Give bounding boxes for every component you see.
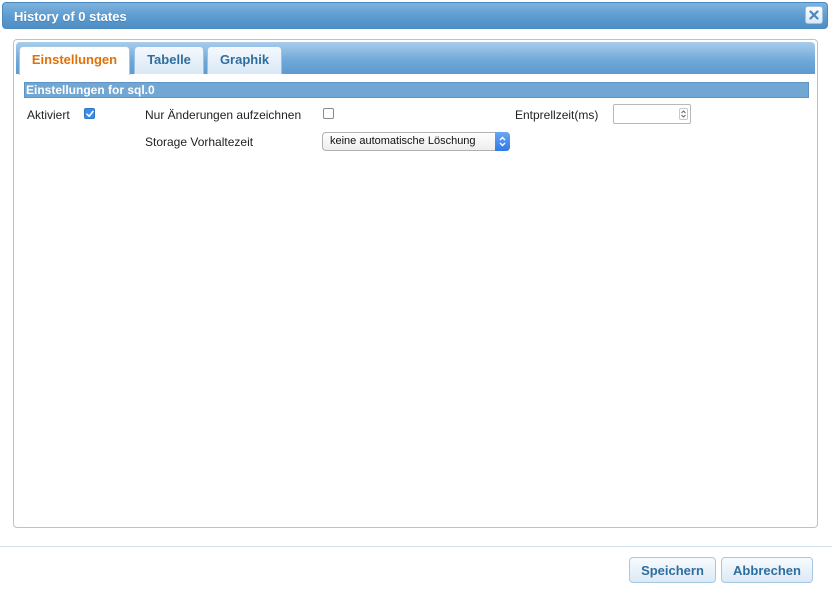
select-arrow[interactable] [495,132,510,151]
tab-graphik[interactable]: Graphik [207,46,282,74]
changes-only-label: Nur Änderungen aufzeichnen [145,108,302,122]
tab-tabelle[interactable]: Tabelle [134,46,204,74]
retention-select[interactable]: keine automatische Löschung [322,132,510,151]
debounce-label: Entprellzeit(ms) [515,108,599,122]
tab-einstellungen[interactable]: Einstellungen [19,46,130,75]
footer-divider [0,546,832,547]
close-button[interactable] [805,6,823,24]
retention-select-value: keine automatische Löschung [330,135,476,147]
history-dialog: History of 0 states Einstellungen Tabell… [0,0,832,595]
enabled-checkbox[interactable] [84,108,95,119]
debounce-input[interactable] [614,105,682,123]
checkmark-icon [86,110,94,117]
debounce-spinner[interactable] [679,108,688,120]
save-button[interactable]: Speichern [629,557,716,583]
debounce-field[interactable] [613,104,691,124]
tab-bar: Einstellungen Tabelle Graphik [16,42,815,75]
section-header: Einstellungen for sql.0 [24,82,809,98]
spinner-arrows-icon [681,110,686,118]
close-icon [809,10,819,20]
retention-label: Storage Vorhaltezeit [145,135,254,149]
enabled-label: Aktiviert [27,108,70,122]
dialog-titlebar[interactable]: History of 0 states [2,2,828,29]
cancel-button[interactable]: Abbrechen [721,557,813,583]
chevron-updown-icon [499,136,506,147]
changes-only-checkbox[interactable] [323,108,334,119]
tab-container: Einstellungen Tabelle Graphik Einstellun… [13,39,818,528]
dialog-title: History of 0 states [14,9,127,24]
